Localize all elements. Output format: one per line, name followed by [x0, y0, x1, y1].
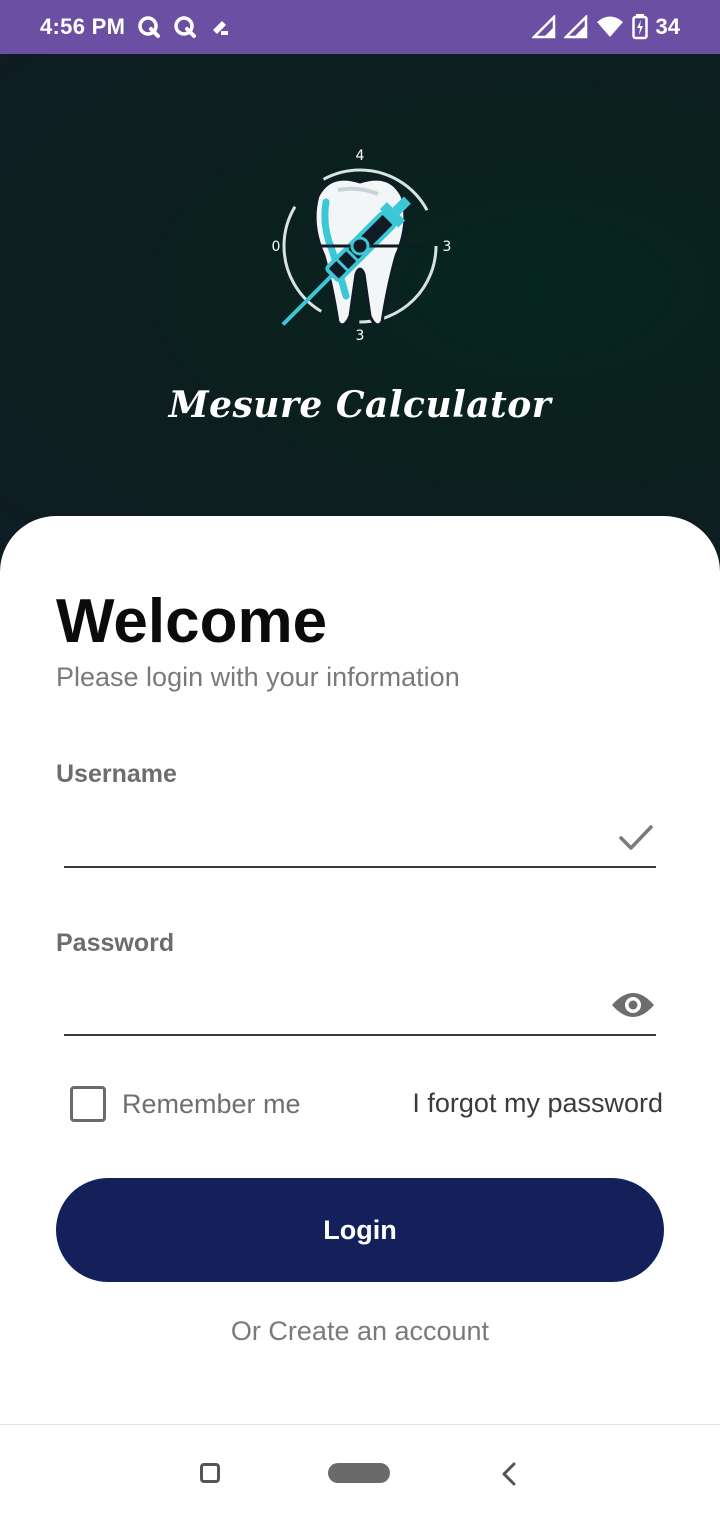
recents-icon[interactable] — [200, 1463, 220, 1483]
app-title: Mesure Calculator — [168, 384, 552, 426]
password-field[interactable] — [64, 976, 656, 1036]
signal-icon — [531, 15, 556, 39]
create-account-link[interactable]: Or Create an account — [0, 1316, 720, 1347]
battery-icon — [631, 14, 648, 40]
remember-me-checkbox[interactable] — [70, 1086, 106, 1122]
signal-icon — [563, 15, 588, 39]
remember-me[interactable]: Remember me — [70, 1086, 301, 1122]
home-icon[interactable] — [328, 1463, 390, 1483]
header-banner: 4 0 3 3 Mesure Calculator — [0, 54, 720, 574]
username-label: Username — [56, 760, 177, 788]
page-title: Welcome — [56, 587, 328, 656]
login-card: Welcome Please login with your informati… — [0, 516, 720, 1426]
back-icon[interactable] — [498, 1461, 520, 1487]
username-field[interactable] — [64, 808, 656, 868]
pen-app-icon — [209, 16, 231, 38]
check-icon — [616, 817, 656, 857]
password-input[interactable] — [64, 976, 584, 1034]
logo-mark-right: 3 — [443, 239, 452, 255]
logo-mark-bottom: 3 — [356, 328, 365, 344]
status-time: 4:56 PM — [40, 14, 126, 39]
tooth-syringe-logo-icon: 4 0 3 3 — [260, 146, 460, 346]
logo-mark-top: 4 — [356, 148, 365, 164]
status-right: 34 — [531, 14, 680, 40]
battery-level: 34 — [655, 14, 680, 39]
system-nav-bar — [0, 1424, 720, 1520]
remember-me-label[interactable]: Remember me — [122, 1089, 301, 1120]
username-input[interactable] — [64, 808, 584, 866]
eye-icon[interactable] — [610, 989, 656, 1021]
q-app-icon — [137, 15, 161, 39]
login-button[interactable]: Login — [56, 1178, 664, 1282]
status-left: 4:56 PM — [40, 14, 231, 40]
wifi-icon — [596, 15, 624, 39]
status-bar: 4:56 PM 34 — [0, 0, 720, 54]
password-label: Password — [56, 929, 175, 957]
forgot-password-link[interactable]: I forgot my password — [412, 1088, 663, 1119]
q-app-icon — [173, 15, 197, 39]
logo-mark-left: 0 — [272, 239, 281, 255]
page-subtitle: Please login with your information — [56, 662, 460, 692]
